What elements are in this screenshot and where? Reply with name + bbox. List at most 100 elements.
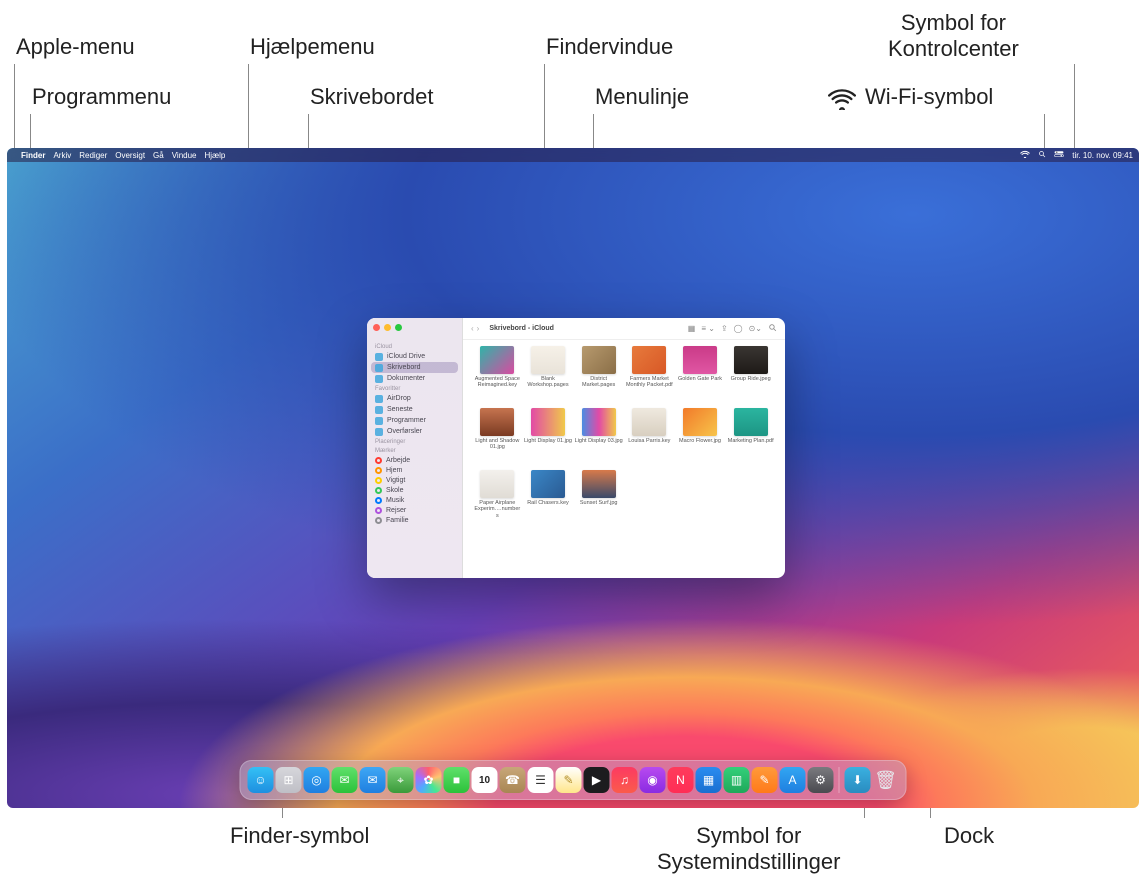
- dock-safari-icon[interactable]: ◎: [304, 767, 330, 793]
- forward-button[interactable]: ›: [477, 324, 480, 333]
- menubar-item[interactable]: Hjælp: [204, 151, 225, 160]
- desktop-screenshot: Finder Arkiv Rediger Oversigt Gå Vindue …: [7, 148, 1139, 808]
- control-center-icon[interactable]: [1054, 150, 1064, 160]
- sidebar-item-familie[interactable]: Familie: [367, 515, 462, 525]
- file-item[interactable]: Sunset Surf.jpg: [574, 470, 623, 528]
- dock-mail-icon[interactable]: ✉: [360, 767, 386, 793]
- file-item[interactable]: Light Display 03.jpg: [574, 408, 623, 466]
- back-button[interactable]: ‹: [471, 324, 474, 333]
- sidebar-item-seneste[interactable]: Seneste: [367, 404, 462, 415]
- sidebar-item-label: Arbejde: [386, 457, 410, 464]
- dock: ☺⊞◎✉✉⌖✿■10☎☰✎▶♫◉N▦▥✎A⚙⬇🗑: [240, 760, 907, 800]
- dock-contacts-icon[interactable]: ☎: [500, 767, 526, 793]
- sidebar-item-label: Musik: [386, 497, 404, 504]
- file-name-label: Sunset Surf.jpg: [580, 500, 618, 506]
- menubar-datetime[interactable]: tir. 10. nov. 09:41: [1072, 151, 1133, 160]
- dock-keynote-icon[interactable]: ▦: [696, 767, 722, 793]
- dock-pages-icon[interactable]: ✎: [752, 767, 778, 793]
- sidebar-item-dokumenter[interactable]: Dokumenter: [367, 373, 462, 384]
- file-name-label: Blank Workshop.pages: [524, 376, 572, 389]
- sidebar-item-icloud-drive[interactable]: iCloud Drive: [367, 351, 462, 362]
- sidebar-item-programmer[interactable]: Programmer: [367, 415, 462, 426]
- tags-icon[interactable]: ◯: [734, 324, 743, 333]
- dock-reminders-icon[interactable]: ☰: [528, 767, 554, 793]
- sidebar-item-label: Familie: [386, 517, 409, 524]
- dock-podcasts-icon[interactable]: ◉: [640, 767, 666, 793]
- share-icon[interactable]: ⇪: [721, 324, 728, 333]
- file-item[interactable]: Group Ride.jpeg: [726, 346, 775, 404]
- search-icon[interactable]: [768, 323, 777, 334]
- menubar-item[interactable]: Rediger: [79, 151, 107, 160]
- group-by-icon[interactable]: ≡ ⌄: [701, 324, 715, 333]
- finder-window[interactable]: iCloudiCloud DriveSkrivebordDokumenterFa…: [367, 318, 785, 578]
- file-item[interactable]: Golden Gate Park: [676, 346, 725, 404]
- file-thumbnail: [582, 470, 616, 498]
- dock-finder-icon[interactable]: ☺: [248, 767, 274, 793]
- sidebar-item-rejser[interactable]: Rejser: [367, 505, 462, 515]
- dock-tv-icon[interactable]: ▶: [584, 767, 610, 793]
- file-name-label: Golden Gate Park: [678, 376, 722, 382]
- finder-toolbar: ‹ › Skrivebord - iCloud ▦ ≡ ⌄ ⇪ ◯ ⊙⌄: [463, 318, 785, 340]
- file-name-label: District Market.pages: [575, 376, 623, 389]
- minimize-button[interactable]: [384, 324, 391, 331]
- file-item[interactable]: Augmented Space Reimagined.key: [473, 346, 522, 404]
- callout-finder-icon: Finder-symbol: [230, 823, 369, 849]
- dock-notes-icon[interactable]: ✎: [556, 767, 582, 793]
- dock-launchpad-icon[interactable]: ⊞: [276, 767, 302, 793]
- file-item[interactable]: District Market.pages: [574, 346, 623, 404]
- file-item[interactable]: Paper Airplane Experim….numbers: [473, 470, 522, 528]
- dock-downloads-icon[interactable]: ⬇: [845, 767, 871, 793]
- file-thumbnail: [582, 408, 616, 436]
- action-icon[interactable]: ⊙⌄: [749, 324, 762, 333]
- dock-messages-icon[interactable]: ✉: [332, 767, 358, 793]
- file-item[interactable]: Light Display 01.jpg: [524, 408, 573, 466]
- sidebar-section-label: Mærker: [367, 446, 462, 455]
- sidebar-item-skole[interactable]: Skole: [367, 485, 462, 495]
- file-item[interactable]: Marketing Plan.pdf: [726, 408, 775, 466]
- sidebar-item-skrivebord[interactable]: Skrivebord: [371, 362, 458, 373]
- sidebar-section-label: Favoritter: [367, 384, 462, 393]
- sidebar-item-hjem[interactable]: Hjem: [367, 465, 462, 475]
- menubar-app-name[interactable]: Finder: [21, 151, 45, 160]
- dock-maps-icon[interactable]: ⌖: [388, 767, 414, 793]
- sidebar-item-arbejde[interactable]: Arbejde: [367, 455, 462, 465]
- dock-calendar-icon[interactable]: 10: [472, 767, 498, 793]
- file-item[interactable]: Light and Shadow 01.jpg: [473, 408, 522, 466]
- menubar-item[interactable]: Gå: [153, 151, 164, 160]
- dock-music-icon[interactable]: ♫: [612, 767, 638, 793]
- close-button[interactable]: [373, 324, 380, 331]
- sidebar-item-vigtigt[interactable]: Vigtigt: [367, 475, 462, 485]
- menubar-item[interactable]: Vindue: [172, 151, 197, 160]
- dock-facetime-icon[interactable]: ■: [444, 767, 470, 793]
- dock-trash-icon[interactable]: 🗑: [873, 767, 899, 793]
- view-icon-grid-icon[interactable]: ▦: [688, 324, 696, 333]
- file-name-label: Paper Airplane Experim….numbers: [473, 500, 521, 519]
- dock-numbers-icon[interactable]: ▥: [724, 767, 750, 793]
- menubar-item[interactable]: Oversigt: [115, 151, 145, 160]
- desktop-icon: [375, 364, 383, 372]
- sidebar-item-overførsler[interactable]: Overførsler: [367, 426, 462, 437]
- sidebar-item-label: Dokumenter: [387, 375, 425, 382]
- dock-photos-icon[interactable]: ✿: [416, 767, 442, 793]
- tag-icon: [375, 497, 382, 504]
- zoom-button[interactable]: [395, 324, 402, 331]
- sidebar-item-label: Seneste: [387, 406, 413, 413]
- sidebar-item-airdrop[interactable]: AirDrop: [367, 393, 462, 404]
- sidebar-section-label: Placeringer: [367, 437, 462, 446]
- wifi-status-icon[interactable]: [1020, 150, 1030, 160]
- callout-apple-menu: Apple-menu: [16, 34, 135, 60]
- spotlight-icon[interactable]: [1038, 150, 1046, 160]
- file-item[interactable]: Louisa Parris.key: [625, 408, 674, 466]
- dock-systempreferences-icon[interactable]: ⚙: [808, 767, 834, 793]
- sidebar-item-label: Programmer: [387, 417, 426, 424]
- sidebar-item-musik[interactable]: Musik: [367, 495, 462, 505]
- file-item[interactable]: Rail Chasers.key: [524, 470, 573, 528]
- file-item[interactable]: Farmers Market Monthly Packet.pdf: [625, 346, 674, 404]
- file-item[interactable]: Blank Workshop.pages: [524, 346, 573, 404]
- dock-news-icon[interactable]: N: [668, 767, 694, 793]
- dock-appstore-icon[interactable]: A: [780, 767, 806, 793]
- cloud-icon: [375, 353, 383, 361]
- menubar-item[interactable]: Arkiv: [53, 151, 71, 160]
- file-thumbnail: [531, 346, 565, 374]
- file-item[interactable]: Macro Flower.jpg: [676, 408, 725, 466]
